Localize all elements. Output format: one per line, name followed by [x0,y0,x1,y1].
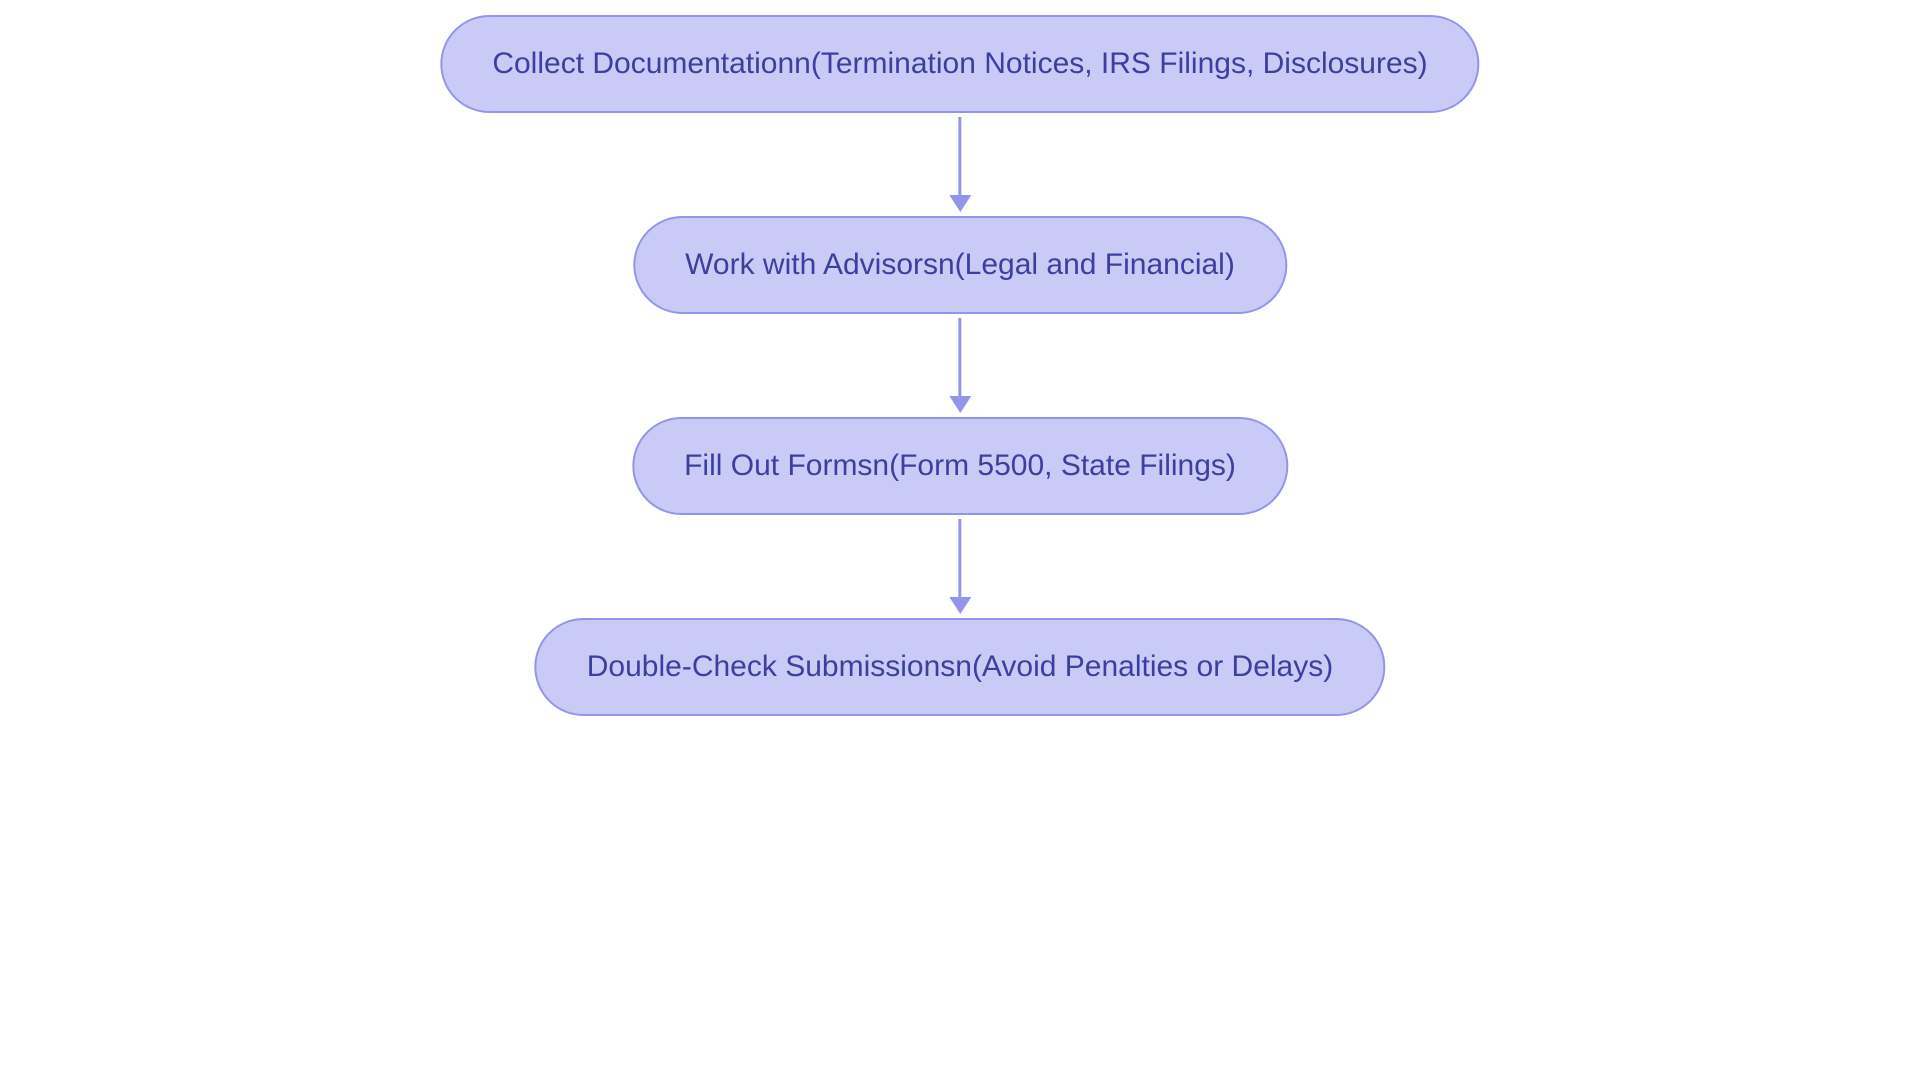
node-label: Fill Out Formsn(Form 5500, State Filings… [684,449,1236,483]
arrow-head-icon [949,396,971,413]
node-work-advisors: Work with Advisorsn(Legal and Financial) [633,216,1287,314]
flowchart-container: Collect Documentationn(Termination Notic… [440,15,1479,716]
arrow [949,318,971,413]
arrow-line [959,519,962,597]
node-collect-documentation: Collect Documentationn(Termination Notic… [440,15,1479,113]
node-label: Double-Check Submissionsn(Avoid Penaltie… [587,650,1333,684]
arrow-line [959,318,962,396]
arrow [949,117,971,212]
arrow-head-icon [949,195,971,212]
node-label: Work with Advisorsn(Legal and Financial) [685,248,1235,282]
node-double-check: Double-Check Submissionsn(Avoid Penaltie… [535,618,1385,716]
node-label: Collect Documentationn(Termination Notic… [492,47,1427,81]
arrow [949,519,971,614]
node-fill-forms: Fill Out Formsn(Form 5500, State Filings… [632,417,1288,515]
arrow-line [959,117,962,195]
arrow-head-icon [949,597,971,614]
